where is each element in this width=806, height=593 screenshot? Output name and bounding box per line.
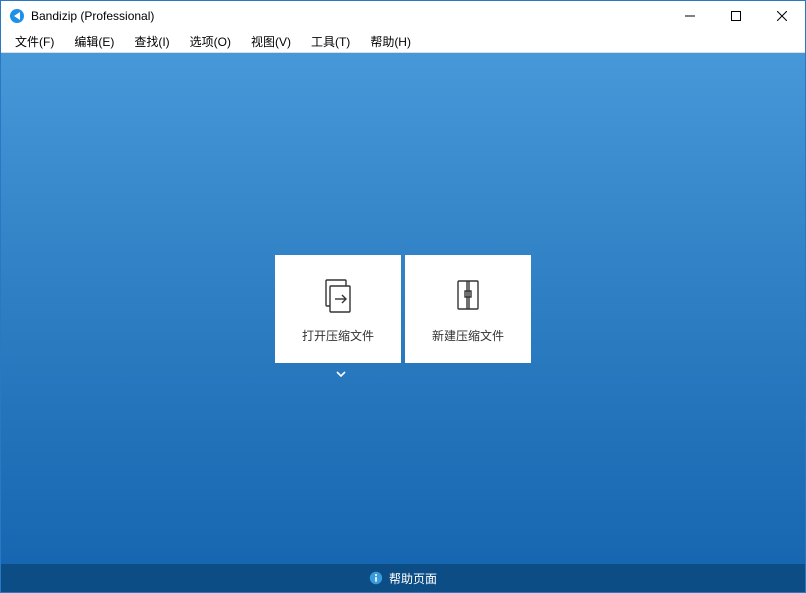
titlebar: Bandizip (Professional) — [1, 1, 805, 31]
bandizip-logo-icon — [9, 8, 25, 24]
minimize-icon — [685, 11, 695, 21]
menu-help[interactable]: 帮助(H) — [360, 31, 421, 52]
window-controls — [667, 1, 805, 31]
menu-view[interactable]: 视图(V) — [241, 31, 301, 52]
new-archive-card[interactable]: 新建压缩文件 — [405, 255, 531, 363]
open-archive-label: 打开压缩文件 — [302, 327, 374, 344]
minimize-button[interactable] — [667, 1, 713, 31]
menubar: 文件(F) 编辑(E) 查找(I) 选项(O) 视图(V) 工具(T) 帮助(H… — [1, 31, 805, 53]
new-archive-label: 新建压缩文件 — [432, 327, 504, 344]
new-archive-icon — [450, 277, 486, 313]
close-button[interactable] — [759, 1, 805, 31]
main-content-area: 打开压缩文件 新建压缩文件 — [1, 53, 805, 564]
menu-tools[interactable]: 工具(T) — [301, 31, 360, 52]
statusbar-help-link[interactable]: 帮助页面 — [1, 564, 805, 592]
recent-dropdown-button[interactable] — [334, 367, 348, 381]
info-icon — [369, 571, 383, 585]
open-archive-card[interactable]: 打开压缩文件 — [275, 255, 401, 363]
menu-edit[interactable]: 编辑(E) — [64, 31, 124, 52]
maximize-icon — [731, 11, 741, 21]
window-title: Bandizip (Professional) — [31, 9, 154, 23]
menu-options[interactable]: 选项(O) — [180, 31, 241, 52]
chevron-down-icon — [335, 368, 347, 380]
close-icon — [777, 11, 787, 21]
menu-find[interactable]: 查找(I) — [124, 31, 179, 52]
maximize-button[interactable] — [713, 1, 759, 31]
statusbar-help-label: 帮助页面 — [389, 570, 437, 587]
open-archive-icon — [320, 277, 356, 313]
action-cards: 打开压缩文件 新建压缩文件 — [275, 255, 531, 363]
menu-file[interactable]: 文件(F) — [5, 31, 64, 52]
